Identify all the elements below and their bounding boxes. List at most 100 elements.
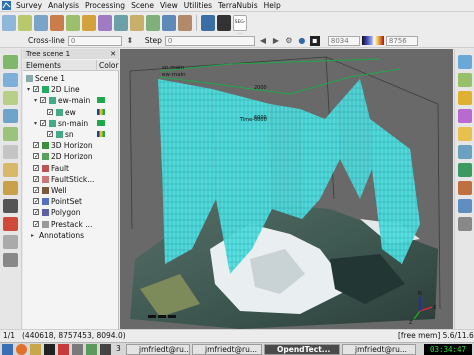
zslice-icon[interactable] [458,127,472,141]
home-view-icon[interactable] [3,91,18,105]
inline-icon[interactable] [458,73,472,87]
pointset-icon[interactable] [458,199,472,213]
graphics-icon[interactable] [458,55,472,69]
map-icon[interactable] [146,15,160,31]
tree-item[interactable]: ✓ Prestack ... [23,219,119,230]
expand-arrow-icon[interactable]: ▾ [34,95,37,106]
polygon-select-icon[interactable] [3,253,18,267]
color-swatch[interactable] [97,119,105,126]
python-small-icon[interactable]: ● [297,36,307,46]
prev-arrow-icon[interactable]: ◀ [258,36,268,46]
tree-item[interactable]: ✓ Polygon [23,207,119,218]
random-line-icon[interactable] [458,163,472,177]
taskbar-opendtect[interactable]: OpendTect... [264,344,340,355]
annotation-icon[interactable] [458,217,472,231]
tree-item[interactable]: ▾ ✓ 2D Line [23,84,119,95]
range-max-input[interactable]: 8756 [385,35,418,46]
tool-icon[interactable] [178,15,192,31]
well-tie-icon[interactable] [50,15,64,31]
visibility-checkbox[interactable]: ✓ [33,164,39,171]
collapse-arrow-icon[interactable]: ▸ [31,230,34,241]
expand-arrow-icon[interactable]: ▾ [34,118,37,129]
view-crossline-icon[interactable] [3,145,18,159]
screenshot-icon[interactable] [3,199,18,213]
settings-launch-icon[interactable] [86,344,97,355]
stereo-icon[interactable] [3,217,18,231]
column-elements[interactable]: Elements [26,60,61,71]
visibility-checkbox[interactable]: ✓ [40,119,46,126]
pick-mode-icon[interactable] [3,73,18,87]
next-arrow-icon[interactable]: ▶ [271,36,281,46]
fault-icon[interactable] [82,15,96,31]
layers-icon[interactable] [162,15,176,31]
taskbar-terminal-3[interactable]: jmfriedt@ru... [342,344,416,355]
color-swatch[interactable] [97,108,105,115]
workspace-number[interactable]: 3 [116,343,121,355]
menu-analysis[interactable]: Analysis [45,0,82,12]
cross-plot-icon[interactable] [98,15,112,31]
colorbar[interactable] [361,36,384,45]
visibility-checkbox[interactable]: ✓ [47,108,53,115]
color-swatch[interactable] [97,131,105,137]
view-mode-icon[interactable] [3,55,18,69]
editor-launch-icon[interactable] [100,344,111,355]
taskbar-terminal-2[interactable]: jmfriedt@ru... [192,344,262,355]
segy-icon[interactable]: SEG-Y [233,15,247,39]
visibility-checkbox[interactable]: ✓ [33,187,39,194]
well-icon[interactable] [458,181,472,195]
python-icon[interactable] [201,15,215,31]
horizon-icon[interactable] [458,91,472,105]
stratigraphy-icon[interactable] [130,15,144,31]
scene-canvas[interactable]: ew-main sn-main 2000 6000 Time-6000 X N … [120,49,453,329]
view-all-icon[interactable] [3,109,18,123]
crossline-icon[interactable] [458,109,472,123]
zoom-icon[interactable] [3,163,18,177]
terminal-small-icon[interactable]: ▪ [309,35,320,46]
menu-help[interactable]: Help [261,0,284,12]
tree-item[interactable]: ▾ ✓ ew-main [23,95,119,106]
menu-survey[interactable]: Survey [13,0,45,12]
visibility-checkbox[interactable]: ✓ [33,153,39,160]
crossline-input[interactable]: 0 [67,35,122,46]
column-color[interactable]: Color [96,60,119,71]
visibility-checkbox[interactable]: ✓ [33,86,39,93]
visibility-checkbox[interactable]: ✓ [33,220,39,227]
expand-arrow-icon[interactable]: ▾ [27,84,30,95]
tree-item[interactable]: ✓ PointSet [23,196,119,207]
tree-item[interactable]: ✓ Well [23,185,119,196]
visibility-checkbox[interactable]: ✓ [33,142,39,149]
step-input[interactable]: 0 [164,35,255,46]
menu-utilities[interactable]: Utilities [181,0,215,12]
survey-setup-icon[interactable] [2,15,16,31]
menu-view[interactable]: View [157,0,181,12]
volume-icon[interactable] [458,145,472,159]
attribute-icon[interactable] [18,15,32,31]
rotate-icon[interactable] [3,181,18,195]
tree-item[interactable]: ✓ 2D Horizon [23,151,119,162]
visibility-checkbox[interactable]: ✓ [47,131,53,138]
crossline-spin-icon[interactable]: ⬍ [125,36,135,46]
color-swatch[interactable] [97,97,105,104]
volume-builder-icon[interactable] [34,15,48,31]
horizon-tracker-icon[interactable] [66,15,80,31]
neural-network-icon[interactable] [114,15,128,31]
tree-item[interactable]: ▾ ✓ sn-main [23,118,119,129]
opendtect-app-icon[interactable] [2,1,11,10]
3d-viewport[interactable]: ew-main sn-main 2000 6000 Time-6000 X N … [120,49,453,329]
taskbar-terminal-1[interactable]: jmfriedt@ru... [126,344,190,355]
tree-item[interactable]: ✓ Fault [23,163,119,174]
tree-item[interactable]: Scene 1 [23,73,119,84]
calendar-icon[interactable] [58,344,69,355]
visibility-checkbox[interactable]: ✓ [33,209,39,216]
tree-item[interactable]: ✓ FaultStick... [23,174,119,185]
menu-scene[interactable]: Scene [128,0,157,12]
trash-icon[interactable] [3,235,18,249]
start-menu-icon[interactable] [2,344,13,355]
tree-item[interactable]: ✓ sn [23,129,119,140]
visibility-checkbox[interactable]: ✓ [33,175,39,182]
visibility-checkbox[interactable]: ✓ [33,198,39,205]
visibility-checkbox[interactable]: ✓ [40,97,46,104]
range-min-input[interactable]: 8034 [327,35,360,46]
tree-item[interactable]: ▸ Annotations [23,230,119,241]
firefox-icon[interactable] [16,344,27,355]
